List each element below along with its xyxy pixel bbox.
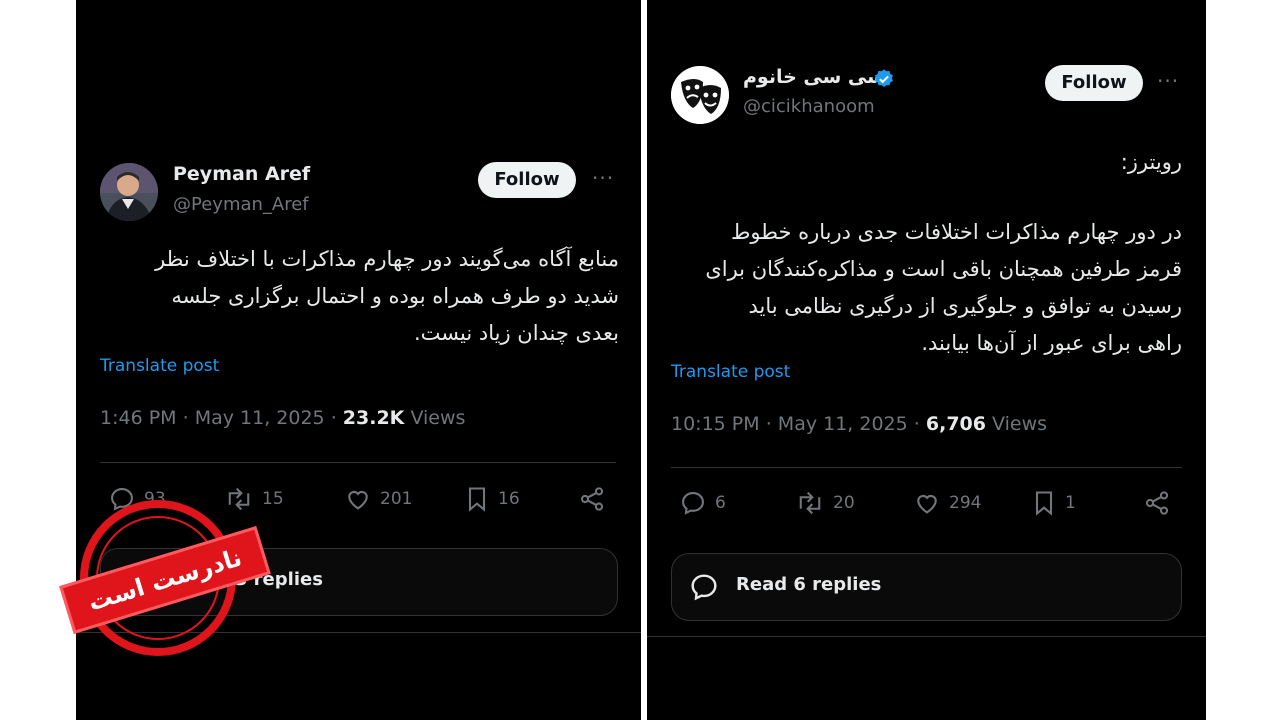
repost-icon [799,491,821,515]
reply-action[interactable]: 6 [679,489,726,517]
false-claim-stamp: نادرست است [59,497,271,661]
author-handle[interactable]: @cicikhanoom [743,96,875,117]
more-options-icon[interactable]: ··· [592,166,614,190]
post-text-line: راهی برای عبور از آن‌ها بیابند. [921,331,1182,355]
repost-count: 20 [833,493,855,513]
read-replies-button[interactable]: Read 6 replies [671,553,1182,621]
post-text-line: منابع آگاه می‌گویند دور چهارم مذاکرات با… [155,247,619,271]
post-metadata: 1:46 PM · May 11, 2025 · 23.2K Views [100,407,466,429]
bookmark-action[interactable]: 16 [464,485,520,513]
post-text-line: بعدی چندان زیاد نیست. [413,321,619,345]
follow-button[interactable]: Follow [478,162,576,198]
verified-badge-icon [875,69,893,87]
share-icon [1145,491,1169,515]
author-name[interactable]: Peyman Aref [173,163,310,185]
like-count: 201 [380,489,413,509]
speech-bubble-icon [691,574,717,601]
reply-count: 6 [715,493,726,513]
follow-button[interactable]: Follow [1045,65,1143,101]
views-count: 23.2K [342,407,405,429]
reply-icon [682,492,704,515]
share-action[interactable] [578,485,606,513]
post-text-line: شدید دو طرف همراه بوده و احتمال برگزاری … [171,284,619,308]
read-replies-label: Read 6 replies [736,574,882,595]
share-action[interactable] [1143,489,1171,517]
views-label: Views [992,413,1048,435]
post-text-line: رسیدن به توافق و جلوگیری از درگیری نظامی… [748,294,1182,318]
bookmark-icon [1035,491,1053,516]
post-text-line: قرمز طرفین همچنان باقی است و مذاکره‌کنند… [705,257,1182,281]
bookmark-count: 16 [498,489,520,509]
divider [671,467,1182,468]
person-photo-icon [100,163,158,221]
more-options-icon[interactable]: ··· [1157,69,1179,93]
translate-post-link[interactable]: Translate post [671,362,790,382]
like-action[interactable]: 294 [913,489,981,517]
views-label: Views [410,407,466,429]
post-time[interactable]: 10:15 PM [671,413,760,435]
heart-icon [917,494,937,514]
post-time[interactable]: 1:46 PM [100,407,177,429]
post-date[interactable]: May 11, 2025 [778,413,908,435]
right-tweet-panel: سی سی خانوم @cicikhanoom Follow ··· رویت… [647,0,1206,720]
post-metadata: 10:15 PM · May 11, 2025 · 6,706 Views [671,413,1048,435]
bookmark-count: 1 [1065,493,1076,513]
translate-post-link[interactable]: Translate post [100,356,219,376]
repost-action[interactable]: 20 [795,489,855,517]
divider [100,462,616,463]
views-count: 6,706 [925,413,986,435]
post-date[interactable]: May 11, 2025 [195,407,325,429]
avatar[interactable] [671,66,729,124]
theater-masks-icon [671,66,729,124]
author-handle[interactable]: @Peyman_Aref [173,194,309,215]
like-action[interactable]: 201 [344,485,412,513]
bookmark-action[interactable]: 1 [1031,489,1076,517]
avatar[interactable] [100,163,158,221]
share-icon [580,487,604,511]
heart-icon [348,490,368,510]
like-count: 294 [949,493,982,513]
post-text-line: در دور چهارم مذاکرات اختلافات جدی درباره… [730,220,1182,244]
bookmark-icon [468,487,486,512]
author-name[interactable]: سی سی خانوم [743,66,886,88]
author-name-text: سی سی خانوم [743,66,886,88]
post-heading-line: رویترز: [1120,150,1182,174]
divider [647,636,1206,637]
